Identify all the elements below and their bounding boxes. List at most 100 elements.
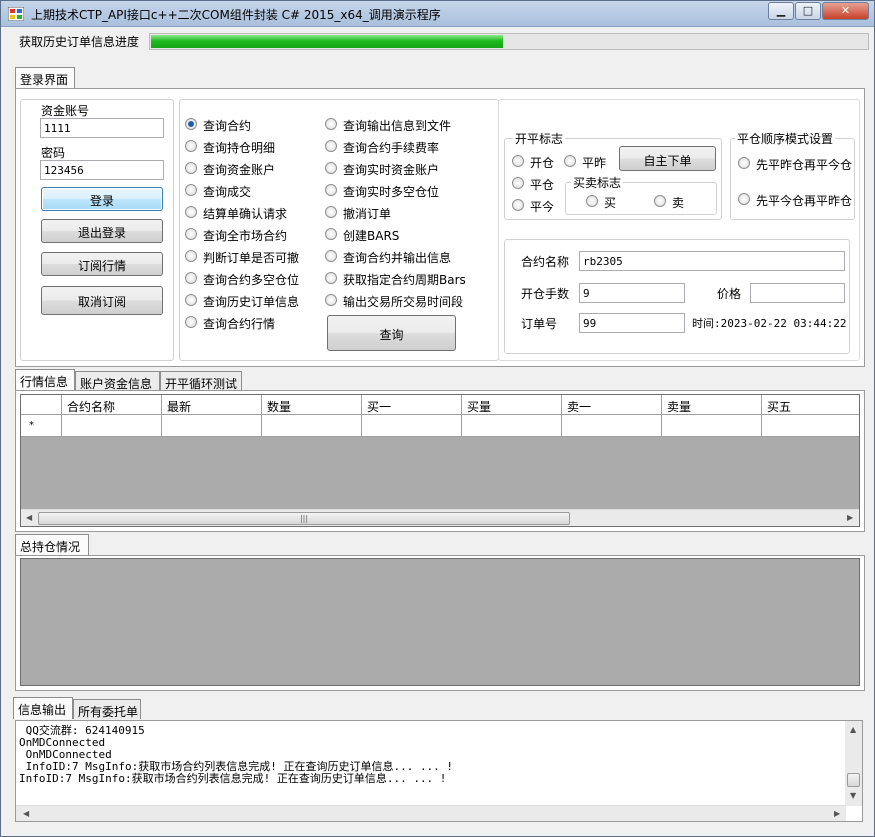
grid-cell[interactable]	[262, 415, 362, 437]
radio-dot-icon	[185, 184, 197, 196]
account-label: 资金账号	[41, 104, 90, 118]
info-output-textbox[interactable]: QQ交流群: 624140915 OnMDConnected OnMDConnec…	[15, 720, 863, 822]
radio-dot-icon	[185, 228, 197, 240]
title-bar[interactable]: 上期技术CTP_API接口c++二次COM组件封装 C# 2015_x64_调用…	[1, 1, 874, 27]
radio-label: 判断订单是否可撤	[203, 251, 300, 265]
grid-cell[interactable]	[62, 415, 162, 437]
radio-dot-icon	[325, 206, 337, 218]
tab-market-info[interactable]: 行情信息	[15, 369, 75, 391]
maximize-button[interactable]: □	[795, 2, 821, 20]
grid-row-header-corner	[21, 395, 62, 415]
grid-horizontal-scrollbar[interactable]: ◀ ||| ▶	[21, 509, 859, 526]
grid-column-header[interactable]: 数量	[262, 395, 362, 415]
account-input[interactable]: 1111	[40, 118, 164, 138]
password-input[interactable]: 123456	[40, 160, 164, 180]
radio-label: 创建BARS	[343, 229, 400, 243]
radio-dot-icon	[185, 140, 197, 152]
tab-info-output[interactable]: 信息输出	[13, 697, 73, 719]
progress-fill	[151, 35, 503, 48]
log-vertical-scrollbar[interactable]: ▲ ▼	[845, 721, 862, 806]
radio-label: 查询实时资金账户	[343, 163, 440, 177]
radio-label: 查询合约手续费率	[343, 141, 440, 155]
radio-label: 查询资金账户	[203, 163, 276, 177]
grid-cell[interactable]	[362, 415, 462, 437]
contract-label: 合约名称	[521, 255, 570, 269]
total-position-grid[interactable]	[20, 558, 860, 686]
market-data-grid[interactable]: 合约名称 最新 数量 买一 买量 卖一 卖量 买五 * ◀ ||| ▶	[20, 394, 860, 527]
radio-dot-icon	[185, 162, 197, 174]
grid-column-header[interactable]: 买一	[362, 395, 462, 415]
log-scroll-thumb[interactable]	[847, 773, 860, 787]
login-button[interactable]: 登录	[41, 187, 163, 211]
manual-order-button[interactable]: 自主下单	[619, 146, 716, 171]
grid-cell[interactable]	[662, 415, 762, 437]
price-label: 价格	[717, 287, 742, 301]
log-horizontal-scrollbar[interactable]: ◀ ▶	[16, 805, 846, 821]
scroll-up-icon[interactable]: ▲	[850, 725, 856, 734]
tab-total-position[interactable]: 总持仓情况	[15, 534, 89, 556]
radio-dot-icon	[325, 140, 337, 152]
grid-column-header[interactable]: 卖一	[562, 395, 662, 415]
radio-label: 查询合约行情	[203, 317, 276, 331]
unsubscribe-button[interactable]: 取消订阅	[41, 286, 163, 315]
radio-label: 输出交易所交易时间段	[343, 295, 464, 309]
radio-dot-icon	[185, 206, 197, 218]
tab-all-orders[interactable]: 所有委托单	[73, 699, 141, 719]
grid-cell[interactable]	[762, 415, 859, 437]
radio-label: 结算单确认请求	[203, 207, 288, 221]
query-button[interactable]: 查询	[327, 315, 456, 351]
history-order-progress-bar	[149, 33, 869, 50]
main-window: 上期技术CTP_API接口c++二次COM组件封装 C# 2015_x64_调用…	[0, 0, 875, 837]
grid-column-header[interactable]: 卖量	[662, 395, 762, 415]
new-row-marker: *	[21, 415, 62, 437]
radio-dot-icon	[185, 294, 197, 306]
radio-dot-icon	[325, 294, 337, 306]
radio-dot-icon	[325, 228, 337, 240]
grid-column-header[interactable]: 买五	[762, 395, 859, 415]
subscribe-button[interactable]: 订阅行情	[41, 252, 163, 276]
radio-label: 撤消订单	[343, 207, 392, 221]
log-scroll-left-icon[interactable]: ◀	[23, 809, 29, 818]
radio-dot-icon	[325, 184, 337, 196]
password-label: 密码	[41, 146, 66, 160]
open-close-title: 开平标志	[513, 130, 566, 147]
progress-label: 获取历史订单信息进度	[19, 35, 140, 49]
grid-scroll-thumb[interactable]: |||	[38, 512, 570, 525]
logout-button[interactable]: 退出登录	[41, 219, 163, 243]
app-icon	[8, 7, 24, 21]
radio-label: 查询合约	[203, 119, 252, 133]
grid-cell[interactable]	[562, 415, 662, 437]
radio-label: 查询输出信息到文件	[343, 119, 452, 133]
tab-open-close-loop-test[interactable]: 开平循环测试	[160, 371, 242, 391]
minimize-button[interactable]: ▁	[768, 2, 794, 20]
scroll-left-icon[interactable]: ◀	[26, 513, 32, 522]
price-input[interactable]	[750, 283, 845, 303]
grid-cell[interactable]	[162, 415, 262, 437]
close-order-mode-title: 平仓顺序模式设置	[735, 130, 836, 147]
order-detail-group: 合约名称 rb2305 开仓手数 9 价格 订单号 99 时间:2023-02-…	[504, 239, 850, 354]
login-panel: 资金账号 1111 密码 123456 登录 退出登录 订阅行情 取消订阅 查询…	[15, 88, 865, 367]
scroll-right-icon[interactable]: ▶	[847, 513, 853, 522]
grid-column-header[interactable]: 最新	[162, 395, 262, 415]
radio-dot-icon	[325, 162, 337, 174]
radio-dot-icon	[185, 118, 197, 130]
radio-dot-icon	[185, 272, 197, 284]
lots-input[interactable]: 9	[579, 283, 685, 303]
scroll-down-icon[interactable]: ▼	[850, 791, 856, 800]
log-scroll-right-icon[interactable]: ▶	[834, 809, 840, 818]
grid-column-header[interactable]: 合约名称	[62, 395, 162, 415]
radio-dot-icon	[325, 118, 337, 130]
grid-cell[interactable]	[462, 415, 562, 437]
time-display: 时间:2023-02-22 03:44:22	[692, 317, 847, 330]
login-group: 资金账号 1111 密码 123456 登录 退出登录 订阅行情 取消订阅	[20, 99, 174, 361]
contract-input[interactable]: rb2305	[579, 251, 845, 271]
order-no-input[interactable]: 99	[579, 313, 685, 333]
tab-account-funds[interactable]: 账户资金信息	[75, 371, 160, 391]
radio-dot-icon	[185, 316, 197, 328]
radio-dot-icon	[325, 250, 337, 262]
tab-login[interactable]: 登录界面	[15, 67, 75, 89]
radio-label: 查询持仓明细	[203, 141, 276, 155]
grid-column-header[interactable]: 买量	[462, 395, 562, 415]
close-button[interactable]: ✕	[822, 2, 869, 20]
radio-dot-icon	[325, 272, 337, 284]
